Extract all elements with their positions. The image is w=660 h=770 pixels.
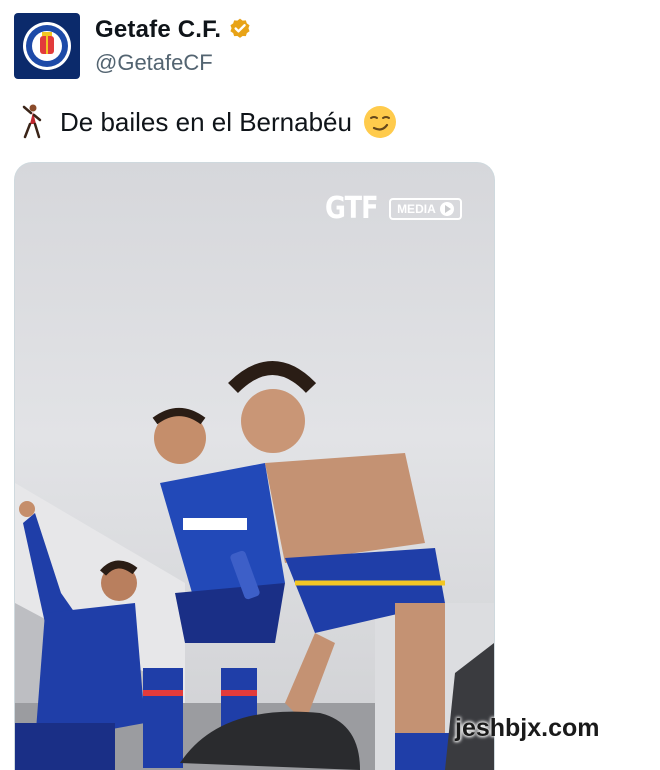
account-avatar[interactable] [14,13,80,79]
dancer-icon [22,104,42,139]
display-name[interactable]: Getafe C.F. [95,16,221,44]
verified-badge-icon [230,18,250,38]
media-badge-text: MEDIA [397,201,436,216]
tweet-header: Getafe C.F. @GetafeCF [14,12,253,80]
play-icon [439,201,454,216]
account-names: Getafe C.F. @GetafeCF [95,16,253,76]
tweet-text: De bailes en el Bernabéu [18,104,398,140]
display-name-row: Getafe C.F. [95,16,253,44]
tweet-video[interactable]: GTF MEDIA [14,162,495,770]
gtf-logo-text: GTF [325,191,379,226]
account-handle[interactable]: @GetafeCF [95,50,253,76]
smirk-face-icon [363,106,396,138]
media-badge: MEDIA [389,197,462,220]
tweet-body: De bailes en el Bernabéu [60,106,352,137]
getafe-crest-icon [23,22,71,70]
video-frame-image [15,361,494,770]
gtf-media-logo: GTF MEDIA [325,191,462,226]
site-watermark: jeshbjx.com [455,714,600,742]
